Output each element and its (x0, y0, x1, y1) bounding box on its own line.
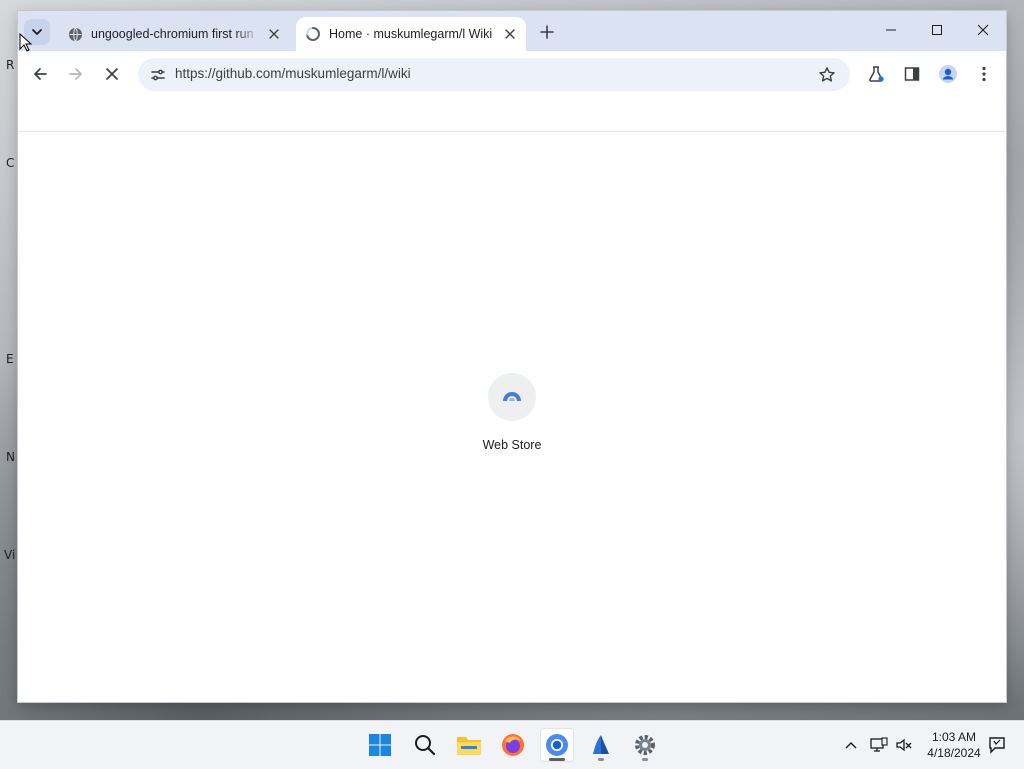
page-content: Web Store (18, 132, 1006, 702)
desktop-icon-label[interactable]: R (6, 58, 14, 72)
side-panel-button[interactable] (898, 60, 926, 88)
bookmarks-bar (18, 97, 1006, 132)
loading-spinner-icon (305, 26, 321, 42)
forward-button[interactable] (62, 60, 90, 88)
start-button[interactable] (363, 728, 397, 762)
web-store-shortcut[interactable] (488, 373, 536, 421)
back-icon (34, 68, 47, 80)
running-indicator (598, 758, 604, 761)
search-button[interactable] (408, 728, 442, 762)
labs-flask-icon (869, 66, 884, 82)
clock-time: 1:03 AM (931, 730, 977, 744)
volume-button[interactable] (894, 735, 914, 755)
notifications-button[interactable] (987, 735, 1007, 755)
chromium-button[interactable] (540, 728, 574, 762)
network-button[interactable] (869, 735, 889, 755)
show-hidden-icons-button[interactable] (841, 735, 861, 755)
stop-loading-button[interactable] (98, 60, 126, 88)
minimize-button[interactable] (876, 19, 906, 41)
tab-first-run[interactable]: ungoogled-chromium first run (58, 17, 290, 51)
clock-date: 4/18/2024 (927, 746, 981, 760)
search-icon (415, 735, 436, 756)
tab-wiki-home[interactable]: Home · muskumlegarm/l Wiki (296, 17, 526, 51)
maximize-icon (932, 25, 942, 35)
side-panel-icon (904, 67, 920, 81)
chromium-icon (546, 734, 568, 756)
web-store-icon (503, 392, 521, 401)
browser-toolbar: https://github.com/muskumlegarm/l/wiki (18, 51, 1006, 97)
running-indicator (549, 758, 565, 761)
globe-icon (67, 26, 83, 42)
bookmark-star-icon[interactable] (814, 62, 840, 88)
app-icon (593, 735, 609, 754)
close-tab-icon[interactable] (500, 24, 520, 44)
mouse-cursor-icon (19, 33, 33, 52)
pinned-app-button[interactable] (584, 728, 618, 762)
chevron-up-icon (845, 742, 857, 749)
start-icon (369, 734, 391, 756)
desktop-icon-label[interactable]: N (6, 450, 15, 464)
browser-window: ungoogled-chromium first run Home · musk… (18, 11, 1006, 702)
menu-icon (982, 66, 986, 82)
address-bar[interactable]: https://github.com/muskumlegarm/l/wiki (138, 58, 850, 91)
plus-icon (540, 25, 554, 39)
url-text[interactable]: https://github.com/muskumlegarm/l/wiki (175, 66, 411, 81)
close-tab-icon[interactable] (264, 24, 284, 44)
tab-strip: ungoogled-chromium first run Home · musk… (18, 11, 1006, 51)
file-explorer-icon (457, 737, 481, 755)
file-explorer-button[interactable] (452, 728, 486, 762)
desktop-icon-label[interactable]: Vi (4, 548, 15, 562)
profile-button[interactable] (934, 60, 962, 88)
notification-icon (989, 737, 1005, 754)
minimize-icon (886, 29, 896, 31)
desktop-icon-label[interactable]: C (6, 156, 14, 170)
firefox-icon (502, 734, 524, 756)
taskbar: 1:03 AM 4/18/2024 (0, 720, 1024, 769)
tab-title: ungoogled-chromium first run (91, 27, 254, 41)
close-icon (977, 24, 989, 36)
firefox-button[interactable] (496, 728, 530, 762)
settings-icon (635, 735, 655, 755)
clock[interactable]: 1:03 AM 4/18/2024 (916, 729, 992, 761)
site-info-icon[interactable] (144, 61, 172, 89)
web-store-label[interactable]: Web Store (452, 438, 572, 452)
running-indicator (642, 758, 648, 761)
back-button[interactable] (26, 60, 54, 88)
desktop-icon-label[interactable]: E (6, 352, 14, 366)
maximize-button[interactable] (922, 19, 952, 41)
network-icon (870, 737, 888, 752)
profile-icon (939, 65, 957, 83)
labs-button[interactable] (862, 60, 890, 88)
new-tab-button[interactable] (536, 21, 558, 43)
close-window-button[interactable] (968, 19, 998, 41)
forward-icon (69, 68, 82, 80)
settings-button[interactable] (628, 728, 662, 762)
menu-button[interactable] (970, 60, 998, 88)
volume-muted-icon (896, 738, 912, 752)
stop-loading-icon (106, 68, 118, 80)
tab-title: Home · muskumlegarm/l Wiki (329, 27, 493, 41)
